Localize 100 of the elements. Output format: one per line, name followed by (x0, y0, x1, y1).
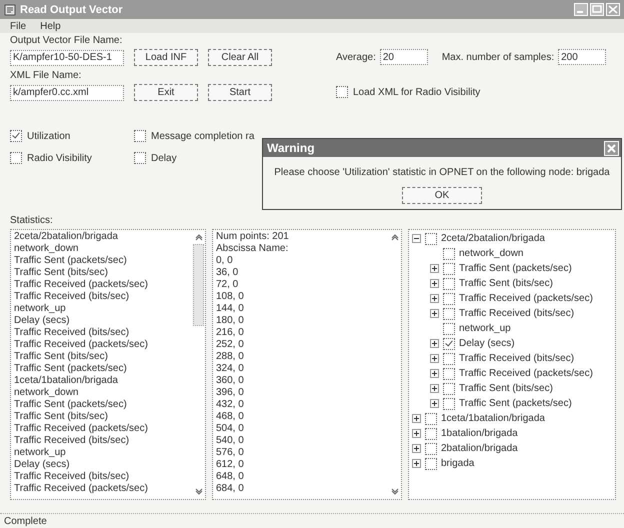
list-item[interactable]: 576, 0 (216, 447, 385, 459)
tree-item[interactable]: 2ceta/2batalion/brigada (441, 233, 545, 244)
list-item[interactable]: 540, 0 (216, 435, 385, 447)
scroll-down-icon[interactable] (390, 487, 400, 497)
list-item[interactable]: Traffic Sent (bits/sec) (14, 411, 189, 423)
list-item[interactable]: Traffic Sent (packets/sec) (14, 363, 189, 375)
checkbox[interactable] (443, 308, 455, 320)
checkbox[interactable] (443, 322, 455, 334)
checkbox[interactable] (10, 130, 22, 142)
close-icon[interactable] (604, 140, 619, 156)
list-item[interactable]: 144, 0 (216, 303, 385, 315)
tree-item[interactable]: Delay (secs) (459, 338, 515, 349)
checkbox[interactable] (134, 152, 146, 164)
checkbox[interactable] (336, 86, 348, 98)
expand-icon[interactable] (430, 339, 439, 348)
checkbox[interactable] (425, 232, 437, 244)
values-list[interactable]: Num points: 201 Abscissa Name: 0, 0 36, 0 72, 0 108, 0 144, 0 180, 0 216, 0 252, 0 288, 0 324, 0 360, 0 396, 0 432, 0 468, 0 504, 0 540, 0 576, 0 612, 0 648, 0 684, 0 (212, 229, 402, 500)
list-item[interactable]: Traffic Sent (bits/sec) (14, 351, 189, 363)
expand-icon[interactable] (430, 399, 439, 408)
list-item[interactable]: Abscissa Name: (216, 243, 385, 255)
checkbox[interactable] (443, 338, 455, 350)
checkbox[interactable] (443, 368, 455, 380)
exit-button[interactable]: Exit (134, 84, 198, 101)
checkbox[interactable] (443, 278, 455, 290)
list-item[interactable]: Traffic Received (packets/sec) (14, 279, 189, 291)
expand-icon[interactable] (430, 309, 439, 318)
expand-icon[interactable] (430, 354, 439, 363)
input-field[interactable]: K/ampfer10-50-DES-1 (10, 50, 124, 66)
list-item[interactable]: 504, 0 (216, 423, 385, 435)
checkbox[interactable] (134, 130, 146, 142)
list-item[interactable]: 324, 0 (216, 363, 385, 375)
list-item[interactable]: Traffic Received (bits/sec) (14, 327, 189, 339)
expand-icon[interactable] (430, 294, 439, 303)
expand-icon[interactable] (412, 414, 421, 423)
tree-item[interactable]: Traffic Received (bits/sec) (459, 308, 574, 319)
tree-item[interactable]: Traffic Sent (packets/sec) (459, 398, 572, 409)
checkbox[interactable] (443, 382, 455, 394)
list-item[interactable]: 216, 0 (216, 327, 385, 339)
expand-icon[interactable] (412, 444, 421, 453)
tree-view[interactable] (408, 229, 616, 500)
checkbox[interactable] (10, 152, 22, 164)
checkbox[interactable] (425, 428, 437, 440)
tree-item[interactable]: Traffic Sent (bits/sec) (459, 278, 553, 289)
expand-icon[interactable] (430, 264, 439, 273)
list-item[interactable]: network_down (14, 243, 189, 255)
expand-icon[interactable] (430, 369, 439, 378)
checkbox[interactable] (443, 292, 455, 304)
checkbox[interactable] (425, 458, 437, 470)
tree-item[interactable]: Traffic Sent (bits/sec) (459, 383, 553, 394)
menu-item[interactable]: Help (40, 20, 61, 32)
tree-item[interactable]: Traffic Received (bits/sec) (459, 353, 574, 364)
clear-all-button[interactable]: Clear All (208, 49, 272, 66)
tree-item[interactable]: network_up (459, 323, 511, 334)
expand-icon[interactable] (412, 459, 421, 468)
list-item[interactable]: 612, 0 (216, 459, 385, 471)
list-item[interactable]: Traffic Received (packets/sec) (14, 483, 189, 495)
statistics-list[interactable] (10, 229, 206, 500)
tree-item[interactable]: 1batalion/brigada (441, 428, 518, 439)
list-item[interactable]: 0, 0 (216, 255, 385, 267)
tree-item[interactable]: Traffic Sent (packets/sec) (459, 263, 572, 274)
list-item[interactable]: 396, 0 (216, 387, 385, 399)
expand-icon[interactable] (430, 384, 439, 393)
list-item[interactable]: 684, 0 (216, 483, 385, 495)
list-item[interactable]: network_up (14, 447, 189, 459)
list-item[interactable]: Traffic Sent (bits/sec) (14, 267, 189, 279)
scroll-thumb[interactable] (193, 244, 204, 326)
checkbox[interactable] (443, 352, 455, 364)
list-item[interactable]: Traffic Sent (packets/sec) (14, 399, 189, 411)
list-item[interactable]: Traffic Received (packets/sec) (14, 423, 189, 435)
list-item[interactable]: 180, 0 (216, 315, 385, 327)
list-item[interactable]: Traffic Received (packets/sec) (14, 339, 189, 351)
checkbox[interactable] (443, 398, 455, 410)
list-item[interactable]: network_down (14, 387, 189, 399)
input-field[interactable]: 20 (380, 49, 428, 65)
input-field[interactable]: 200 (558, 49, 606, 65)
list-item[interactable]: Traffic Sent (packets/sec) (14, 255, 189, 267)
list-item[interactable]: 648, 0 (216, 471, 385, 483)
list-item[interactable]: 360, 0 (216, 375, 385, 387)
list-item[interactable]: Delay (secs) (14, 459, 189, 471)
tree-item[interactable]: Traffic Received (packets/sec) (459, 368, 593, 379)
list-item[interactable]: Traffic Received (bits/sec) (14, 471, 189, 483)
tree-item[interactable]: 1ceta/1batalion/brigada (441, 413, 545, 424)
list-item[interactable]: Traffic Received (bits/sec) (14, 291, 189, 303)
scroll-up-icon[interactable] (194, 232, 204, 242)
start-button[interactable]: Start (208, 84, 272, 101)
list-item[interactable]: 252, 0 (216, 339, 385, 351)
list-item[interactable]: 2ceta/2batalion/brigada (14, 231, 189, 243)
tree-item[interactable]: 2batalion/brigada (441, 443, 518, 454)
scroll-down-icon[interactable] (194, 487, 204, 497)
collapse-icon[interactable] (412, 234, 421, 243)
tree-item[interactable]: network_down (459, 248, 524, 259)
list-item[interactable]: Traffic Received (bits/sec) (14, 435, 189, 447)
list-item[interactable]: 468, 0 (216, 411, 385, 423)
checkbox[interactable] (443, 262, 455, 274)
tree-item[interactable]: Traffic Received (packets/sec) (459, 293, 593, 304)
list-item[interactable]: network_up (14, 303, 189, 315)
checkbox[interactable] (425, 442, 437, 454)
list-item[interactable]: 108, 0 (216, 291, 385, 303)
list-item[interactable]: 288, 0 (216, 351, 385, 363)
checkbox[interactable] (425, 412, 437, 424)
